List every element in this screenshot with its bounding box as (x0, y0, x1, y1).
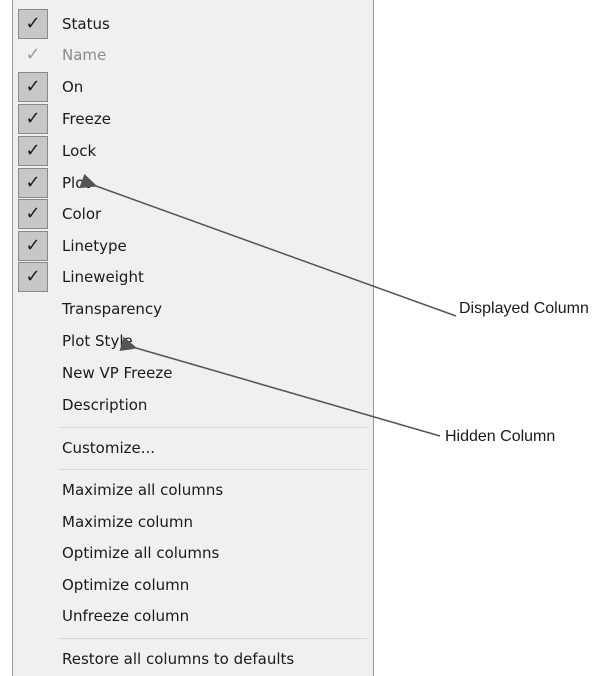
hidden-column-callout: Hidden Column (445, 428, 556, 445)
displayed-column-callout: Displayed Column (459, 300, 589, 317)
callout-arrows (79, 173, 457, 437)
hidden-column-arrow (119, 336, 441, 437)
displayed-column-arrow (79, 173, 457, 317)
